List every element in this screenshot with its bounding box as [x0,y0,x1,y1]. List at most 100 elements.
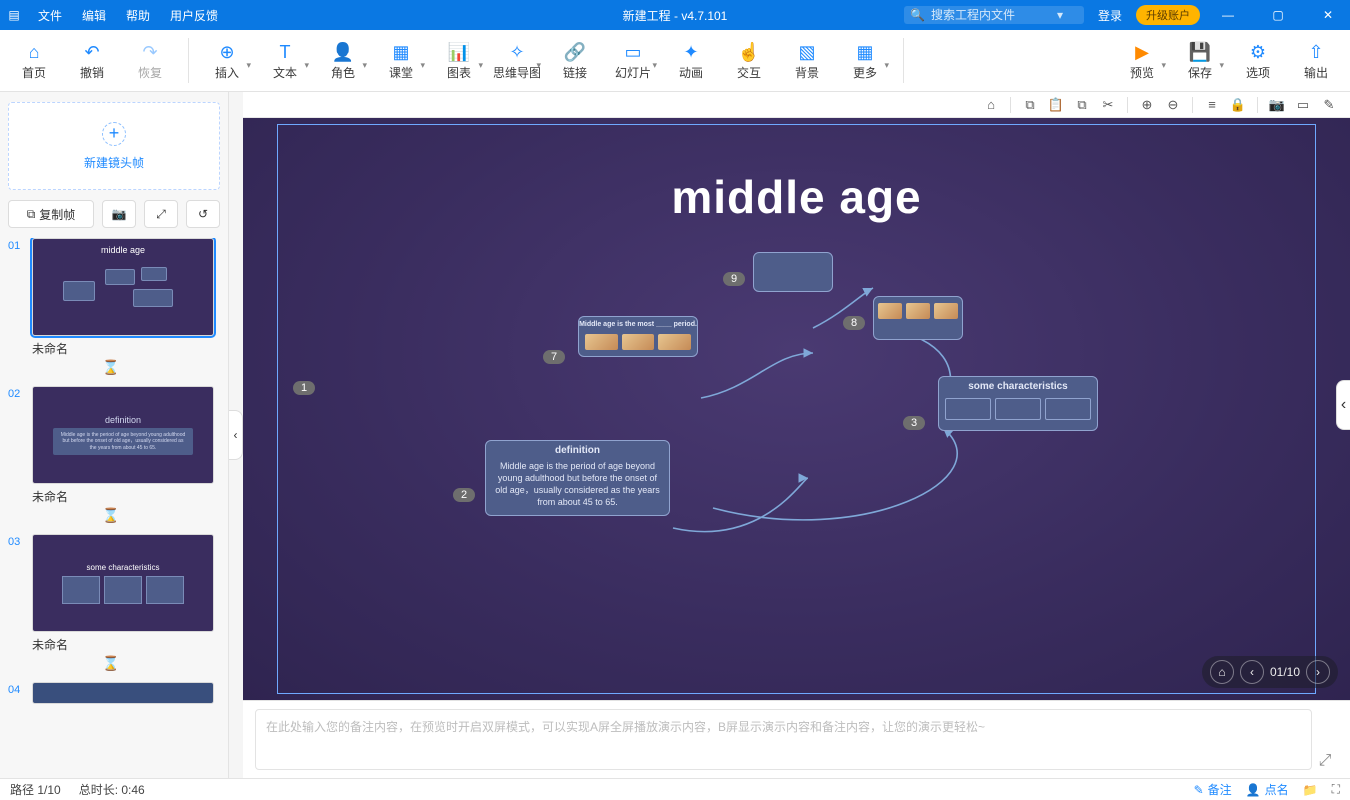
close-button[interactable]: ✕ [1306,0,1350,30]
text-icon: T [280,40,291,64]
pager-home-button[interactable]: ⌂ [1210,660,1234,684]
maximize-button[interactable]: ▢ [1256,0,1300,30]
bg-button[interactable]: ▧背景 [779,32,835,90]
node-badge-7[interactable]: 7 [543,350,565,364]
menu-help[interactable]: 帮助 [116,7,160,24]
menu-edit[interactable]: 编辑 [72,7,116,24]
loop-button[interactable]: ↺ [186,200,220,228]
star-icon: ✦ [683,40,698,64]
chevron-down-icon: ▾ [884,60,889,71]
align-icon[interactable]: ≡ [1201,95,1223,115]
edit-icon[interactable]: ✎ [1318,95,1340,115]
slide-button[interactable]: ▭幻灯片▾ [605,32,661,90]
canvas[interactable]: middle age 1 2 3 7 8 9 definition Middle… [243,118,1350,700]
insert-button[interactable]: ⊕插入▾ [199,32,255,90]
chevron-down-icon: ▾ [536,60,541,71]
snapshot-icon[interactable]: 📷 [1266,95,1288,115]
node-badge-9[interactable]: 9 [723,272,745,286]
redo-button[interactable]: ↷恢复 [122,32,178,90]
tool-dup-icon[interactable]: ⧉ [1071,95,1093,115]
slide-thumb-image: middle age [32,238,214,336]
right-panel-toggle[interactable]: ‹ [1336,380,1350,430]
search-icon: 🔍 [910,8,925,22]
text-button[interactable]: T文本▾ [257,32,313,90]
tool-copy-icon[interactable]: ⧉ [1019,95,1041,115]
menu-file[interactable]: 文件 [28,7,72,24]
statusbar: 路径 1/10 总时长: 0:46 ✎备注 👤点名 📁 ⛶ [0,778,1350,800]
login-link[interactable]: 登录 [1090,7,1130,24]
tool-home-icon[interactable]: ⌂ [980,95,1002,115]
options-button[interactable]: ⚙选项 [1230,32,1286,90]
tool-clip-icon[interactable]: ✂ [1097,95,1119,115]
status-note-button[interactable]: ✎备注 [1194,781,1232,798]
node-badge-8[interactable]: 8 [843,316,865,330]
anim-button[interactable]: ✦动画 [663,32,719,90]
chevron-down-icon: ▾ [362,60,367,71]
collapse-button[interactable]: ‹ [229,410,243,460]
notes-input[interactable] [255,709,1312,770]
chevron-down-icon: ▾ [478,60,483,71]
zoom-out-icon[interactable]: ⊖ [1162,95,1184,115]
layers-icon[interactable]: ▭ [1292,95,1314,115]
save-button[interactable]: 💾保存▾ [1172,32,1228,90]
mindmap-button[interactable]: ✧思维导图▾ [489,32,545,90]
chevron-down-icon: ▾ [304,60,309,71]
slide-thumb-4[interactable]: 04 [8,682,214,704]
copy-frame-button[interactable]: ⧉复制帧 [8,200,94,228]
mindmap-icon: ✧ [509,40,524,64]
status-roll-button[interactable]: 👤点名 [1246,781,1289,798]
notes-expand-button[interactable]: ⤢ [1312,709,1338,770]
person-icon: 👤 [332,40,354,64]
card-definition[interactable]: definition Middle age is the period of a… [485,440,670,516]
timer-icon: ⌛ [8,357,214,380]
slide-thumb-3[interactable]: 03 some characteristics 未命名 ⌛ [8,534,214,676]
camera-button[interactable]: 📷 [102,200,136,228]
interact-button[interactable]: ☝交互 [721,32,777,90]
image-icon: ▧ [798,40,815,64]
search-box[interactable]: 🔍 ▾ [904,6,1084,24]
card-period[interactable]: Middle age is the most ____ period. [578,316,698,357]
pencil-icon: ✎ [1194,783,1204,797]
pager-next-button[interactable]: › [1306,660,1330,684]
timer-icon: ⌛ [8,505,214,528]
upload-icon: ⇧ [1308,40,1323,64]
class-button[interactable]: ▦课堂▾ [373,32,429,90]
expand-grid-button[interactable]: ⤢ [144,200,178,228]
minimize-button[interactable]: — [1206,0,1250,30]
grid-icon: ▦ [856,40,873,64]
zoom-in-icon[interactable]: ⊕ [1136,95,1158,115]
home-button[interactable]: ⌂首页 [6,32,62,90]
app-icon: ▤ [0,8,28,22]
role-button[interactable]: 👤角色▾ [315,32,371,90]
slides-list[interactable]: 01 middle age 未命名 ⌛ 02 definition Middl [8,238,220,778]
export-button[interactable]: ⇧输出 [1288,32,1344,90]
slide-thumb-1[interactable]: 01 middle age 未命名 ⌛ [8,238,214,380]
status-folder-icon[interactable]: 📁 [1303,783,1318,797]
node-badge-3[interactable]: 3 [903,416,925,430]
upgrade-button[interactable]: 升级账户 [1136,5,1200,25]
undo-button[interactable]: ↶撤销 [64,32,120,90]
node-badge-1[interactable]: 1 [293,381,315,395]
new-frame-button[interactable]: + 新建镜头帧 [8,102,220,190]
search-dropdown-icon[interactable]: ▾ [1057,8,1063,22]
preview-button[interactable]: ▶预览▾ [1114,32,1170,90]
notes-panel: ⤢ [243,700,1350,778]
link-icon: 🔗 [564,40,586,64]
card-9[interactable] [753,252,833,292]
card-8[interactable] [873,296,963,340]
plus-circle-icon: ⊕ [219,40,234,64]
user-icon: 👤 [1246,783,1261,797]
chart-button[interactable]: 📊图表▾ [431,32,487,90]
lock-icon[interactable]: 🔒 [1227,95,1249,115]
node-badge-2[interactable]: 2 [453,488,475,502]
status-fullscreen-icon[interactable]: ⛶ [1332,782,1340,797]
slide-thumb-2[interactable]: 02 definition Middle age is the period o… [8,386,214,528]
tool-paste-icon[interactable]: 📋 [1045,95,1067,115]
search-input[interactable] [931,8,1051,22]
link-button[interactable]: 🔗链接 [547,32,603,90]
menu-feedback[interactable]: 用户反馈 [160,7,228,24]
canvas-headline[interactable]: middle age [243,170,1350,224]
pager-prev-button[interactable]: ‹ [1240,660,1264,684]
more-button[interactable]: ▦更多▾ [837,32,893,90]
card-characteristics[interactable]: some characteristics [938,376,1098,431]
